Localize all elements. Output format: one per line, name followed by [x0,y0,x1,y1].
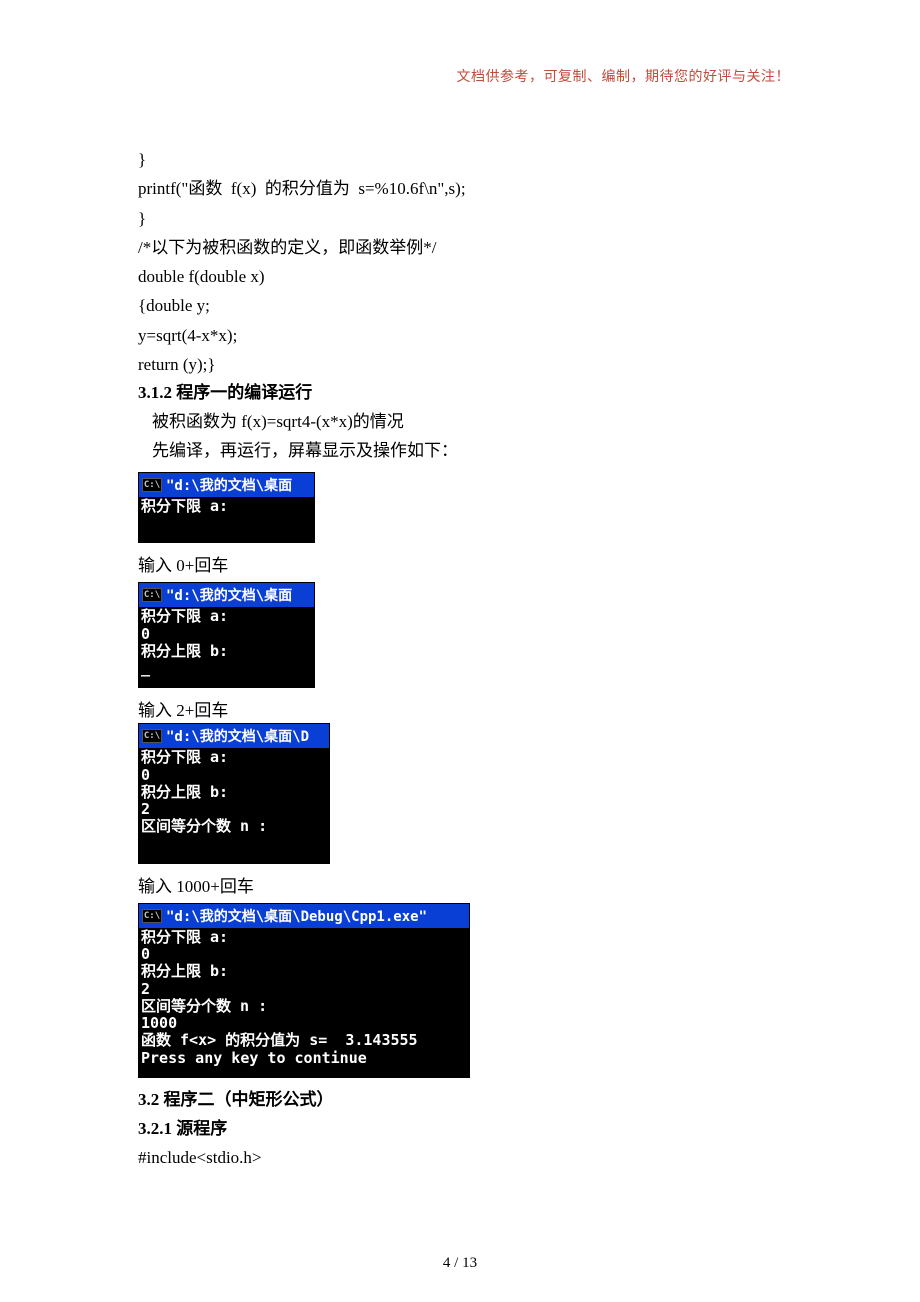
cmd-icon: C:\ [142,588,162,602]
terminal-screenshot: C:\ "d:\我的文档\桌面\Debug\Cpp1.exe" 积分下限 a: … [138,903,800,1078]
terminal-body: 积分下限 a: 0 积分上限 b: 2 区间等分个数 n : [139,748,329,863]
cmd-icon: C:\ [142,478,162,492]
header-note: 文档供参考，可复制、编制，期待您的好评与关注！ [457,66,791,86]
section-heading: 3.2.1 源程序 [138,1115,800,1144]
terminal-title-text: "d:\我的文档\桌面 [166,585,292,605]
page: 文档供参考，可复制、编制，期待您的好评与关注！ } printf("函数 f(x… [0,0,920,1302]
terminal-titlebar: C:\ "d:\我的文档\桌面 [139,473,314,497]
section-heading: 3.2 程序二（中矩形公式） [138,1086,800,1115]
terminal-screenshot: C:\ "d:\我的文档\桌面 积分下限 a: 0 积分上限 b: _ [138,582,800,688]
code-line: /*以下为被积函数的定义，即函数举例*/ [138,238,436,257]
caption: 输入 1000+回车 [138,872,800,897]
terminal-titlebar: C:\ "d:\我的文档\桌面\Debug\Cpp1.exe" [139,904,469,928]
cmd-icon: C:\ [142,909,162,923]
terminal-title-text: "d:\我的文档\桌面\Debug\Cpp1.exe" [166,906,427,926]
terminal-body: 积分下限 a: 0 积分上限 b: _ [139,607,314,687]
code-block: } printf("函数 f(x) 的积分值为 s=%10.6f\n",s); … [138,116,800,379]
code-line: } [138,150,146,169]
terminal-titlebar: C:\ "d:\我的文档\桌面\D [139,724,329,748]
cmd-icon: C:\ [142,729,162,743]
terminal-body: 积分下限 a: 0 积分上限 b: 2 区间等分个数 n : 1000 函数 f… [139,928,469,1077]
terminal-title-text: "d:\我的文档\桌面\D [166,726,309,746]
code-line: #include<stdio.h> [138,1144,800,1173]
caption: 输入 0+回车 [138,551,800,576]
page-number: 4 / 13 [0,1255,920,1272]
code-line: printf("函数 f(x) 的积分值为 s=%10.6f\n",s); [138,179,466,198]
code-line: y=sqrt(4-x*x); [138,326,237,345]
terminal-titlebar: C:\ "d:\我的文档\桌面 [139,583,314,607]
terminal-title-text: "d:\我的文档\桌面 [166,475,292,495]
code-line: {double y; [138,296,210,315]
terminal-screenshot: C:\ "d:\我的文档\桌面\D 积分下限 a: 0 积分上限 b: 2 区间… [138,723,800,864]
code-line: } [138,209,146,228]
paragraph: 先编译，再运行，屏幕显示及操作如下： [138,437,800,466]
terminal-screenshot: C:\ "d:\我的文档\桌面 积分下限 a: [138,472,800,544]
code-line: return (y);} [138,355,216,374]
caption: 输入 2+回车 [138,696,800,721]
code-line: double f(double x) [138,267,265,286]
terminal-body: 积分下限 a: [139,497,314,543]
section-heading: 3.1.2 程序一的编译运行 [138,379,800,408]
paragraph: 被积函数为 f(x)=sqrt4-(x*x)的情况 [138,408,800,437]
